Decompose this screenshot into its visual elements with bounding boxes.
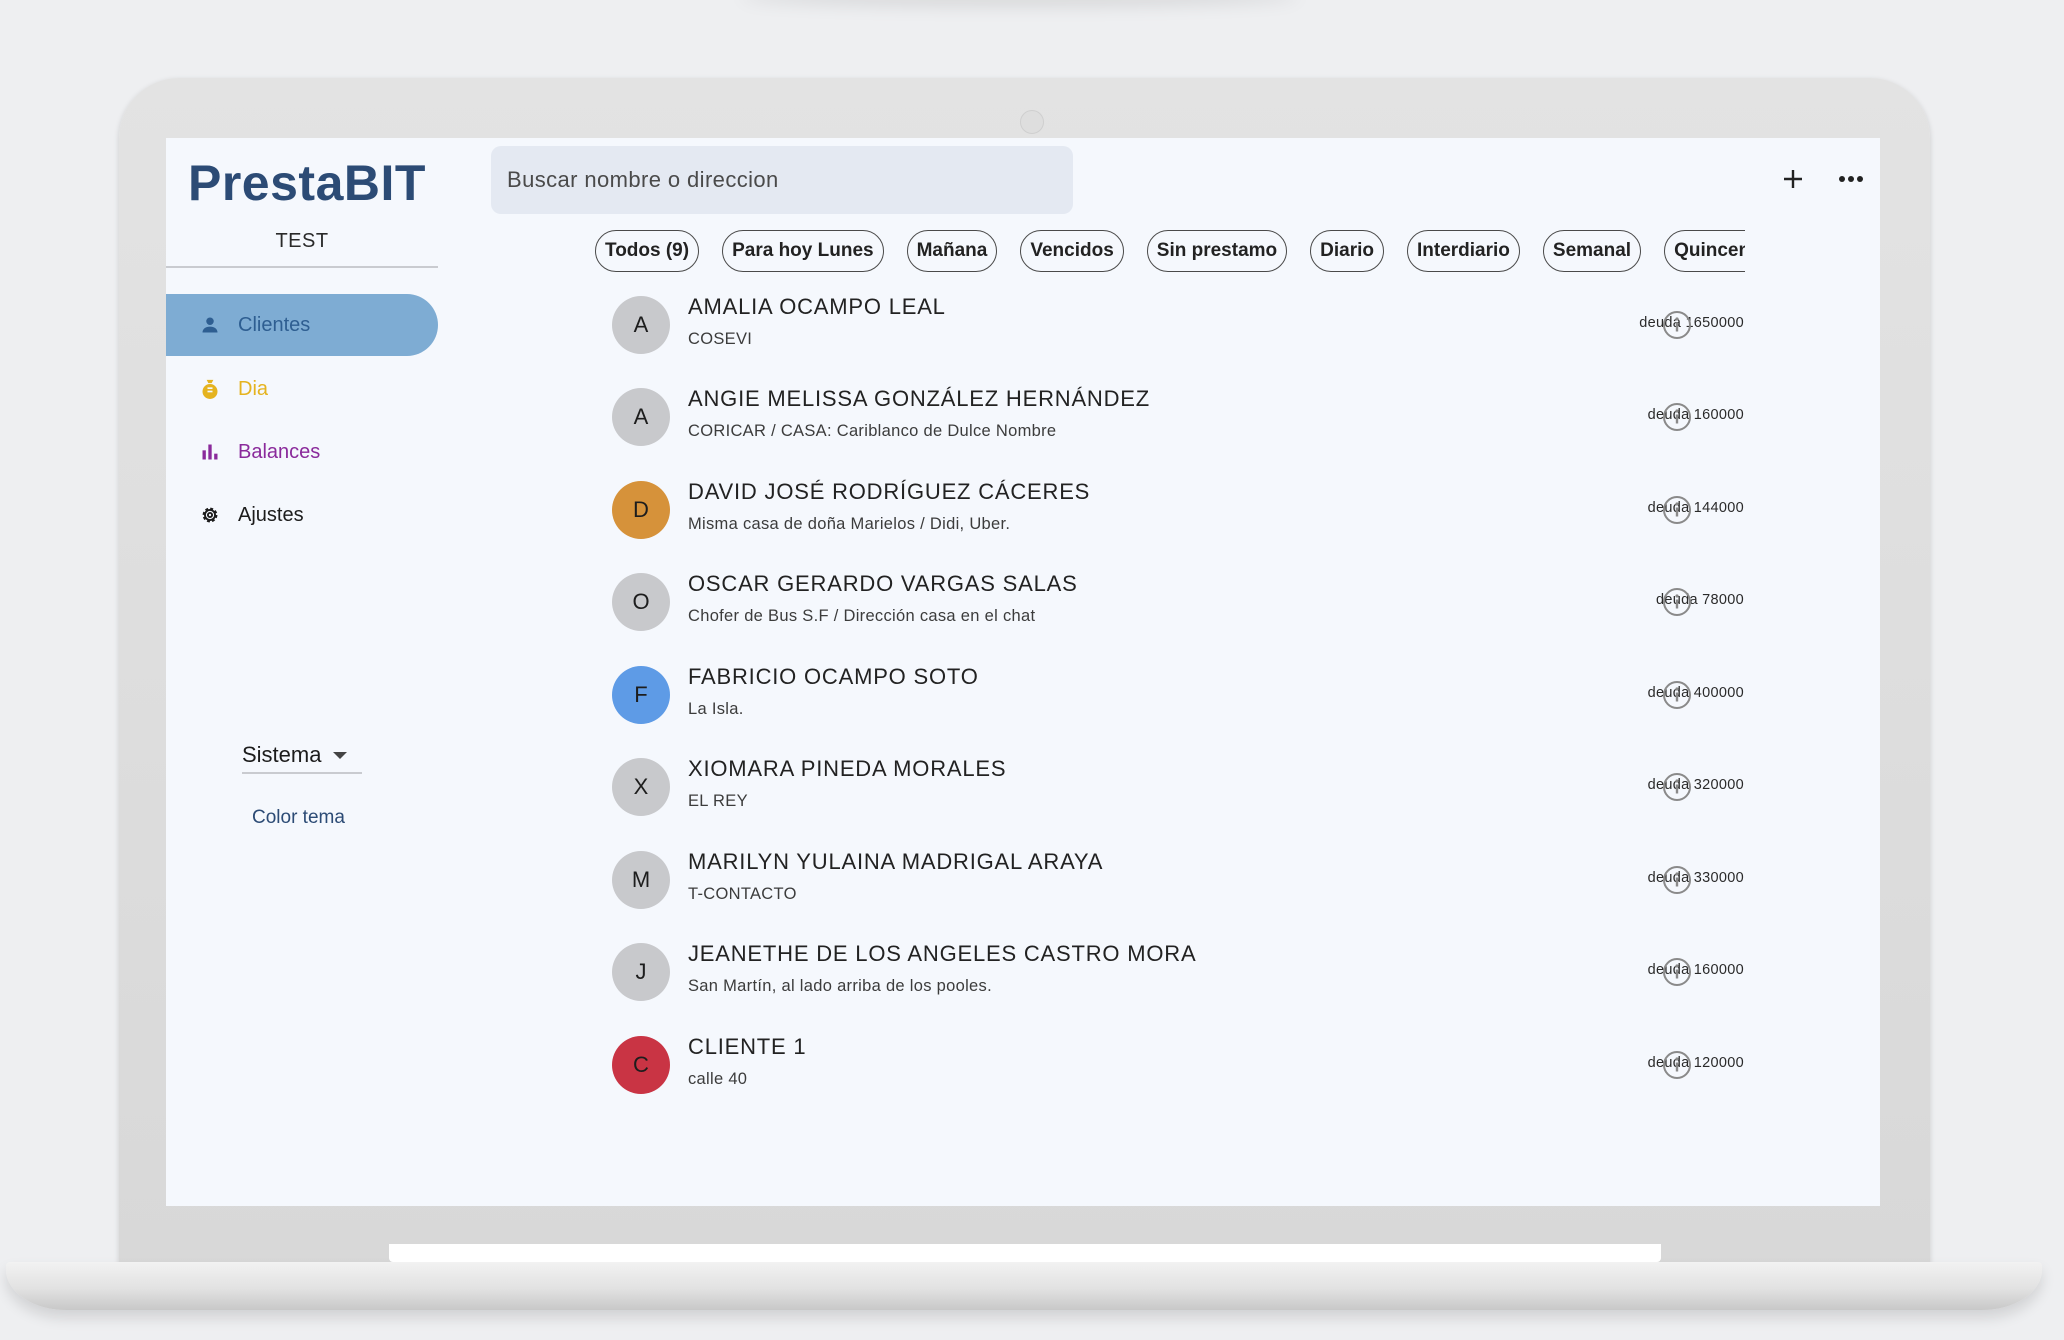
client-name: ANGIE MELISSA GONZÁLEZ HERNÁNDEZ xyxy=(688,386,1151,411)
client-address: San Martín, al lado arriba de los pooles… xyxy=(688,977,992,995)
filter-chip-diario[interactable]: Diario xyxy=(1310,230,1384,272)
info-icon[interactable] xyxy=(1662,495,1692,525)
avatar: A xyxy=(612,296,670,354)
person-icon xyxy=(196,311,224,339)
client-address: La Isla. xyxy=(688,700,744,718)
laptop-base xyxy=(6,1262,2042,1310)
sidebar-item-balances[interactable]: Balances xyxy=(166,421,438,483)
list-item[interactable]: D DAVID JOSÉ RODRÍGUEZ CÁCERES Misma cas… xyxy=(608,475,1868,567)
client-name: AMALIA OCAMPO LEAL xyxy=(688,294,946,319)
info-icon[interactable] xyxy=(1662,402,1692,432)
client-address: COSEVI xyxy=(688,330,753,348)
coin-bag-icon xyxy=(196,375,224,403)
list-item[interactable]: O OSCAR GERARDO VARGAS SALAS Chofer de B… xyxy=(608,567,1868,659)
info-icon[interactable] xyxy=(1662,587,1692,617)
filter-chip-todos[interactable]: Todos (9) xyxy=(595,230,700,272)
sidebar-item-ajustes[interactable]: Ajustes xyxy=(166,484,438,546)
client-name: JEANETHE DE LOS ANGELES CASTRO MORA xyxy=(688,941,1197,966)
client-name: MARILYN YULAINA MADRIGAL ARAYA xyxy=(688,849,1104,874)
info-icon[interactable] xyxy=(1662,957,1692,987)
info-icon[interactable] xyxy=(1662,680,1692,710)
avatar: D xyxy=(612,481,670,539)
list-item[interactable]: A ANGIE MELISSA GONZÁLEZ HERNÁNDEZ CORIC… xyxy=(608,382,1868,474)
client-address: Chofer de Bus S.F / Dirección casa en el… xyxy=(688,607,1036,625)
client-name: DAVID JOSÉ RODRÍGUEZ CÁCERES xyxy=(688,479,1091,504)
chevron-down-icon xyxy=(333,751,348,759)
sidebar-item-label: Ajustes xyxy=(238,503,304,526)
filter-chip-semanal[interactable]: Semanal xyxy=(1542,230,1642,272)
list-item[interactable]: A AMALIA OCAMPO LEAL COSEVI deuda 165000… xyxy=(608,290,1868,382)
color-tema-button[interactable]: Color tema xyxy=(252,807,345,829)
list-item[interactable]: M MARILYN YULAINA MADRIGAL ARAYA T-CONTA… xyxy=(608,845,1868,937)
list-item[interactable]: X XIOMARA PINEDA MORALES EL REY deuda 32… xyxy=(608,752,1868,844)
app-screen: PrestaBIT TEST Clientes Dia Balances Aju… xyxy=(166,138,1880,1206)
bar-chart-icon xyxy=(196,438,224,466)
client-address: Misma casa de doña Marielos / Didi, Uber… xyxy=(688,515,1011,533)
filter-chip-interdiario[interactable]: Interdiario xyxy=(1407,230,1520,272)
client-address: calle 40 xyxy=(688,1070,748,1088)
info-icon[interactable] xyxy=(1662,865,1692,895)
avatar: J xyxy=(612,943,670,1001)
sidebar-item-clientes[interactable]: Clientes xyxy=(166,294,438,356)
sidebar-item-label: Balances xyxy=(238,440,321,463)
search-input[interactable] xyxy=(505,166,1059,194)
filter-chip-vencidos[interactable]: Vencidos xyxy=(1020,230,1124,272)
list-item[interactable]: C CLIENTE 1 calle 40 deuda 120000 xyxy=(608,1030,1868,1122)
list-item[interactable]: J JEANETHE DE LOS ANGELES CASTRO MORA Sa… xyxy=(608,937,1868,1029)
info-icon[interactable] xyxy=(1662,772,1692,802)
avatar: A xyxy=(612,388,670,446)
account-name: TEST xyxy=(275,230,329,252)
client-address: CORICAR / CASA: Cariblanco de Dulce Nomb… xyxy=(688,422,1057,440)
filter-chip-manana[interactable]: Mañana xyxy=(906,230,998,272)
sidebar-divider xyxy=(166,266,438,268)
info-icon[interactable] xyxy=(1662,310,1692,340)
sidebar-item-label: Dia xyxy=(238,377,269,400)
filter-chips: Todos (9) Para hoy Lunes Mañana Vencidos… xyxy=(595,230,1880,274)
avatar: C xyxy=(612,1036,670,1094)
client-name: XIOMARA PINEDA MORALES xyxy=(688,756,1007,781)
theme-select[interactable]: Sistema xyxy=(242,738,362,774)
avatar: O xyxy=(612,573,670,631)
chips-overflow-mask xyxy=(1745,226,1880,278)
more-button[interactable] xyxy=(1834,162,1868,196)
app-title: PrestaBIT xyxy=(188,155,426,211)
list-item[interactable]: F FABRICIO OCAMPO SOTO La Isla. deuda 40… xyxy=(608,660,1868,752)
client-name: OSCAR GERARDO VARGAS SALAS xyxy=(688,571,1078,596)
client-name: CLIENTE 1 xyxy=(688,1034,807,1059)
filter-chip-para-hoy[interactable]: Para hoy Lunes xyxy=(722,230,884,272)
avatar: M xyxy=(612,851,670,909)
search-bar[interactable] xyxy=(491,146,1073,214)
avatar: F xyxy=(612,666,670,724)
sidebar-item-dia[interactable]: Dia xyxy=(166,358,438,420)
laptop-hinge xyxy=(389,1244,1661,1262)
sidebar-item-label: Clientes xyxy=(238,313,311,336)
sidebar: PrestaBIT TEST Clientes Dia Balances Aju… xyxy=(166,138,438,1206)
info-icon[interactable] xyxy=(1662,1050,1692,1080)
webcam xyxy=(1020,110,1044,134)
client-address: EL REY xyxy=(688,792,748,810)
theme-select-value: Sistema xyxy=(242,742,322,767)
add-button[interactable] xyxy=(1776,162,1810,196)
client-name: FABRICIO OCAMPO SOTO xyxy=(688,664,979,689)
plus-icon xyxy=(1784,170,1802,188)
more-horizontal-icon xyxy=(1839,176,1863,182)
avatar: X xyxy=(612,758,670,816)
gear-icon xyxy=(196,501,224,529)
filter-chip-sin-prestamo[interactable]: Sin prestamo xyxy=(1146,230,1288,272)
client-address: T-CONTACTO xyxy=(688,885,797,903)
